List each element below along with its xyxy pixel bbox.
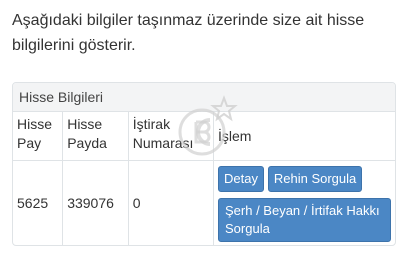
panel-title: Hisse Bilgileri <box>13 83 395 112</box>
table-row: 5625 339076 0 Detay Rehin Sorgula Şerh /… <box>13 160 396 246</box>
table-header-row: Hisse Pay Hisse Payda İştirak Numarası İ… <box>13 112 395 161</box>
hisse-panel: Hisse Bilgileri Hisse Pay Hisse Payda İş… <box>12 82 396 246</box>
hisse-table: Hisse Pay Hisse Payda İştirak Numarası İ… <box>13 112 395 245</box>
cell-hisse-pay: 5625 <box>13 160 64 245</box>
cell-hisse-payda: 339076 <box>62 160 129 245</box>
serh-beyan-irtifak-button[interactable]: Şerh / Beyan / İrtifak Hakkı Sorgula <box>218 198 391 242</box>
header-hisse-payda: Hisse Payda <box>62 112 129 161</box>
header-islem: İşlem <box>218 127 252 144</box>
cell-istirak-numarasi: 0 <box>128 160 215 245</box>
header-istirak-numarasi: İştirak Numarası <box>128 112 215 161</box>
cell-islem: Detay Rehin Sorgula Şerh / Beyan / İrtif… <box>214 161 396 246</box>
intro-text: Aşağıdaki bilgiler taşınmaz üzerinde siz… <box>12 12 365 54</box>
rehin-sorgula-button[interactable]: Rehin Sorgula <box>267 166 363 192</box>
detay-button[interactable]: Detay <box>218 166 264 192</box>
action-buttons: Detay Rehin Sorgula <box>218 166 391 192</box>
header-hisse-pay: Hisse Pay <box>13 112 64 161</box>
